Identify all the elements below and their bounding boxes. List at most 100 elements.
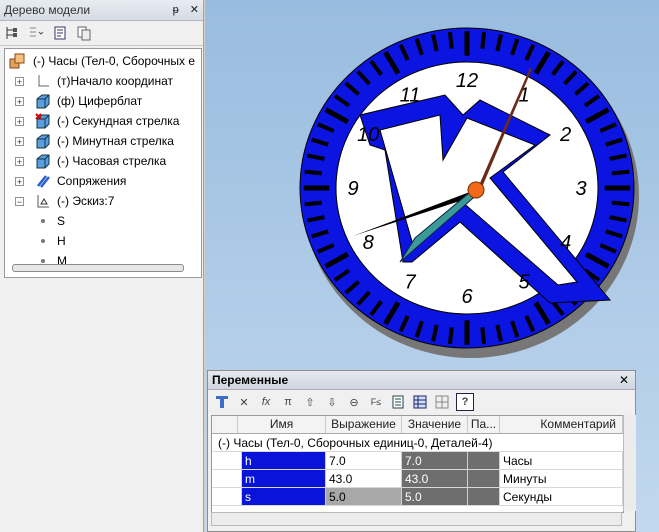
- minute-tick: [447, 31, 454, 49]
- cell-param[interactable]: [468, 452, 500, 470]
- table-group-row[interactable]: (-) Часы (Тел-0, Сборочных единиц-0, Дет…: [212, 434, 623, 452]
- tree-horizontal-scrollbar[interactable]: [12, 264, 184, 272]
- minute-tick: [611, 169, 630, 176]
- clock-numeral: 3: [575, 178, 586, 200]
- dot-icon: [41, 259, 45, 263]
- expand-icon[interactable]: +: [15, 117, 24, 127]
- cell-param[interactable]: [468, 488, 500, 506]
- close-icon[interactable]: ✕: [190, 4, 199, 16]
- cell-comment[interactable]: Минуты: [500, 470, 623, 488]
- minute-tick: [447, 327, 454, 345]
- tree-item-label: (-) Часовая стрелка: [57, 154, 167, 168]
- dot-icon: [41, 239, 45, 243]
- clock-numeral: 8: [363, 232, 374, 254]
- clock-hub: [467, 181, 485, 199]
- cell-param[interactable]: [468, 470, 500, 488]
- tree-item-label: (-) Минутная стрелка: [57, 134, 174, 148]
- cell-expression[interactable]: 7.0: [326, 452, 402, 470]
- cell-value: 5.0: [402, 488, 468, 506]
- variables-title-bar: Переменные ✕: [208, 371, 635, 390]
- collapse-icon[interactable]: −: [15, 197, 24, 207]
- tree-item-dial[interactable]: + (ф) Циферблат: [5, 92, 201, 110]
- table-vertical-scrollbar[interactable]: [623, 415, 636, 511]
- part-icon: [36, 94, 50, 109]
- table-row[interactable]: s 5.0 5.0 Секунды: [212, 488, 623, 506]
- variables-title: Переменные: [212, 373, 289, 387]
- model-tree-title: Дерево модели: [4, 3, 91, 17]
- dot-icon: [41, 219, 45, 223]
- copy-icon[interactable]: [76, 25, 92, 41]
- properties-icon[interactable]: [52, 25, 68, 41]
- column-header-comment[interactable]: Комментарий: [500, 416, 623, 433]
- tree-item-root[interactable]: (-) Часы (Тел-0, Сборочных е: [5, 52, 201, 70]
- column-header-expression[interactable]: Выражение: [326, 416, 402, 433]
- tree-item-var-h[interactable]: H: [5, 232, 201, 250]
- view-options-icon[interactable]: [28, 25, 44, 41]
- hierarchy-icon[interactable]: [4, 25, 20, 41]
- cell-comment[interactable]: Часы: [500, 452, 623, 470]
- model-tree-title-bar: Дерево модели ᵽ ✕: [0, 0, 203, 21]
- part-icon: [36, 134, 50, 149]
- tree-item-label: (т)Начало координат: [57, 74, 174, 88]
- table-horizontal-scrollbar[interactable]: [211, 512, 622, 526]
- tree-item-var-s[interactable]: S: [5, 212, 201, 230]
- tree-item-label: Сопряжения: [57, 174, 127, 188]
- delete-icon[interactable]: ✕: [236, 394, 252, 410]
- pi-icon[interactable]: π: [280, 394, 296, 410]
- column-header-param[interactable]: Па...: [468, 416, 500, 433]
- table-icon[interactable]: [412, 394, 428, 410]
- tree-item-label: (-) Эскиз:7: [57, 194, 115, 208]
- model-tree-toolbar: [0, 21, 203, 46]
- minute-tick: [611, 200, 630, 207]
- tree-item-minute-hand[interactable]: + (-) Минутная стрелка: [5, 132, 201, 150]
- clock-numeral: 5: [518, 272, 530, 294]
- cell-name[interactable]: h: [242, 452, 326, 470]
- minute-tick: [304, 169, 323, 176]
- tree-item-mates[interactable]: + Сопряжения: [5, 172, 201, 190]
- clock-numeral: 4: [560, 232, 571, 254]
- tree-item-label: S: [57, 214, 66, 228]
- tree-item-second-hand[interactable]: + (-) Секундная стрелка: [5, 112, 201, 130]
- clock-numeral: 7: [404, 272, 416, 294]
- pin-icon[interactable]: ᵽ: [173, 4, 179, 16]
- tree-item-origin[interactable]: + (т)Начало координат: [5, 72, 201, 90]
- cell-comment[interactable]: Секунды: [500, 488, 623, 506]
- clock-numeral: 12: [456, 70, 478, 92]
- minute-tick: [480, 327, 487, 345]
- column-header-value[interactable]: Значение: [402, 416, 468, 433]
- insert-icon[interactable]: [214, 394, 230, 410]
- variables-table: Имя Выражение Значение Па... Комментарий…: [211, 415, 624, 513]
- variables-toolbar: ✕ fx π ⇧ ⇩ ⊖ F≤ ?: [208, 390, 635, 414]
- expand-icon[interactable]: +: [15, 97, 24, 107]
- tree-item-label: H: [57, 234, 66, 248]
- column-header-name[interactable]: Имя: [238, 416, 326, 433]
- clock-numeral: 6: [461, 286, 473, 308]
- expand-icon[interactable]: +: [15, 177, 24, 187]
- cell-expression[interactable]: 43.0: [326, 470, 402, 488]
- expand-icon[interactable]: +: [15, 157, 24, 167]
- expand-icon[interactable]: +: [15, 137, 24, 147]
- mates-icon: [37, 175, 50, 188]
- expand-icon[interactable]: +: [15, 77, 24, 87]
- cell-name[interactable]: m: [242, 470, 326, 488]
- cell-name[interactable]: s: [242, 488, 326, 506]
- tree-item-sketch[interactable]: − (-) Эскиз:7: [5, 192, 201, 210]
- origin-icon: [38, 75, 49, 87]
- function-icon[interactable]: fx: [258, 394, 274, 410]
- sketch-icon: [37, 195, 49, 208]
- table-header: Имя Выражение Значение Па... Комментарий: [212, 416, 623, 434]
- grid-icon[interactable]: [434, 394, 450, 410]
- down-icon[interactable]: ⇩: [324, 394, 340, 410]
- up-icon[interactable]: ⇧: [302, 394, 318, 410]
- table-row[interactable]: h 7.0 7.0 Часы: [212, 452, 623, 470]
- part-icon: [35, 113, 50, 129]
- cell-expression[interactable]: 5.0: [326, 488, 402, 506]
- link-icon[interactable]: ⊖: [346, 394, 362, 410]
- table-row[interactable]: m 43.0 43.0 Минуты: [212, 470, 623, 488]
- tree-item-label: (-) Секундная стрелка: [57, 114, 180, 128]
- list-icon[interactable]: [390, 394, 406, 410]
- edit-icon[interactable]: F≤: [368, 394, 384, 410]
- tree-item-hour-hand[interactable]: + (-) Часовая стрелка: [5, 152, 201, 170]
- help-icon[interactable]: ?: [456, 393, 474, 411]
- close-icon[interactable]: ✕: [619, 371, 629, 389]
